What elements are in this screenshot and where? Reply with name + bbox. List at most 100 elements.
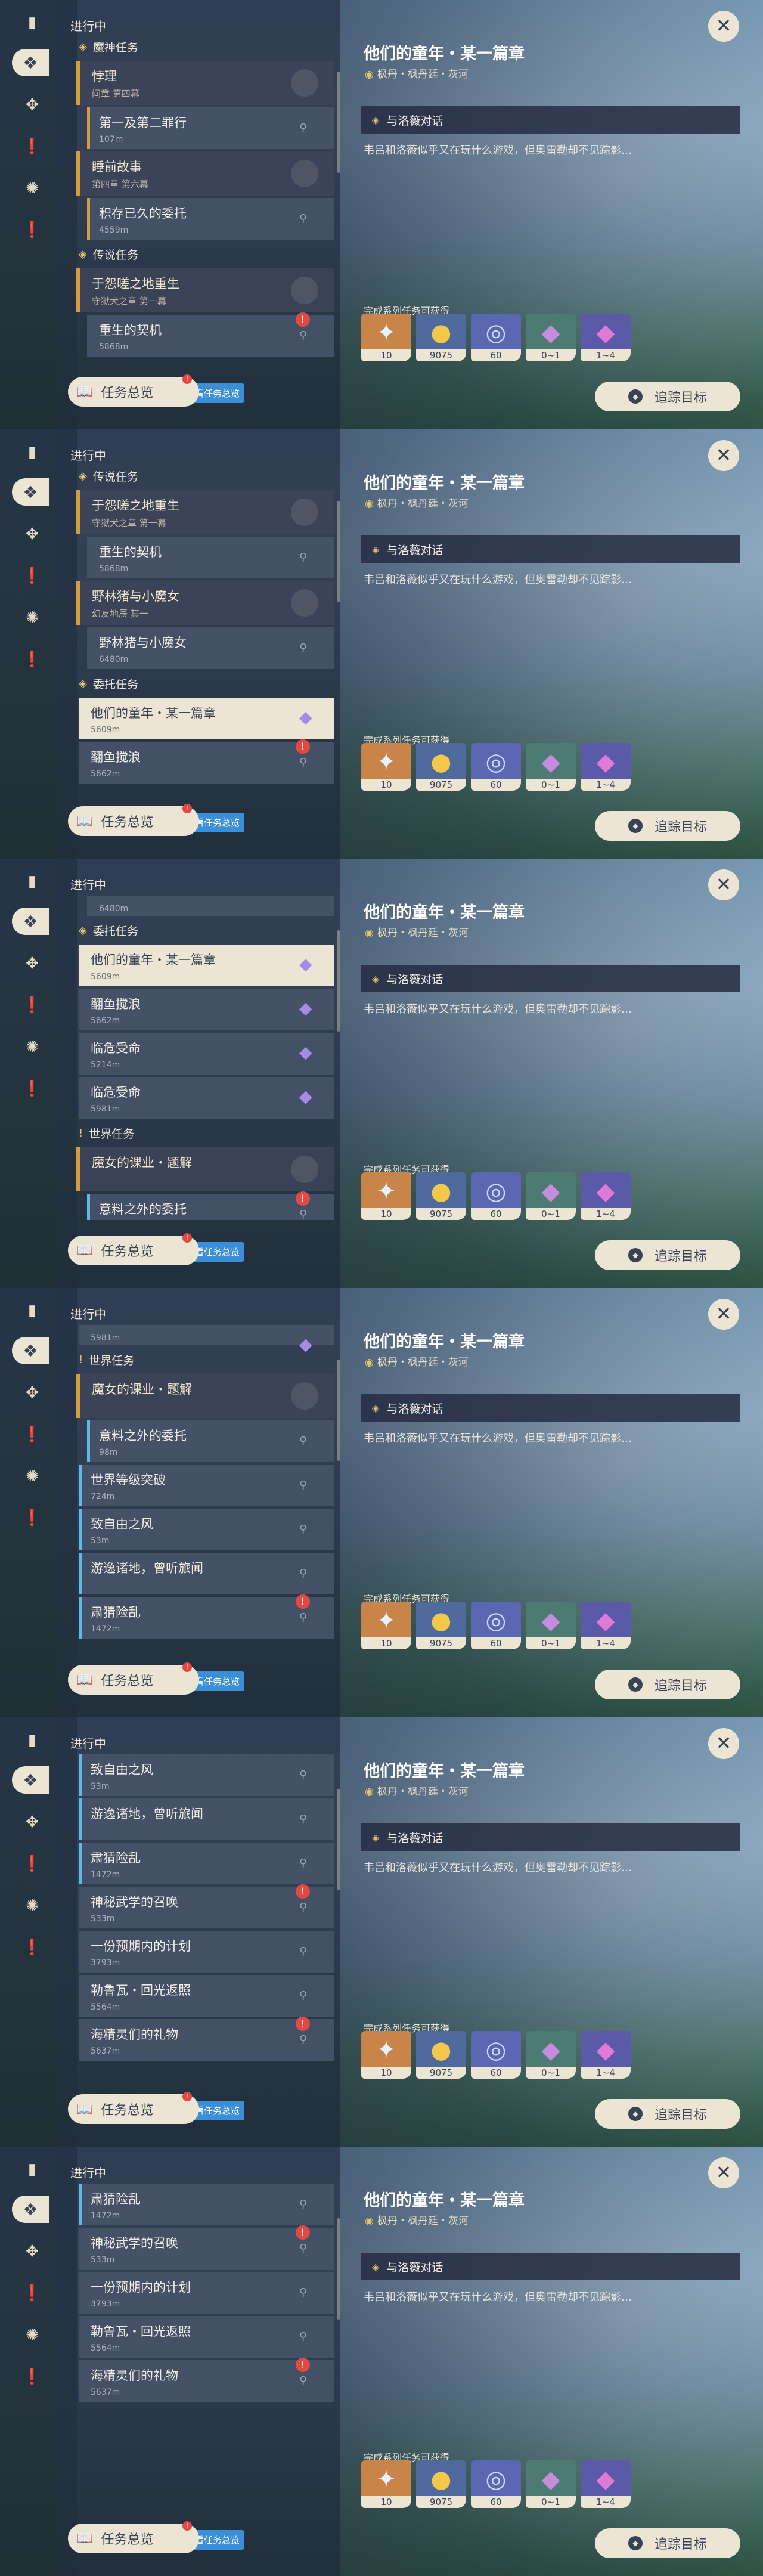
overview-button[interactable]: 📖 任务总览! <box>68 1662 199 1695</box>
quest-list[interactable]: ◈ 传说任务 于怨嗟之地重生 守狱犬之章 第一幕 重生的契机 5868m ⚲ 野林猪与小魔女幻… <box>70 464 339 791</box>
quest-item[interactable]: 致自由之风 53m ⚲ <box>79 1509 334 1550</box>
quest-item[interactable]: 肃猜险乱 1472m ⚲! <box>79 1594 334 1639</box>
quest-item[interactable]: 勒鲁瓦・回光返照 5564m ⚲ <box>79 2316 334 2358</box>
quest-item[interactable]: 重生的契机 5868m ⚲ <box>87 537 334 578</box>
reward-item[interactable]: ✦ 10 <box>361 2460 411 2508</box>
diamond-icon[interactable]: ❖ <box>12 1337 49 1364</box>
overview-button[interactable]: 📖 任务总览! <box>68 374 199 407</box>
track-button[interactable]: ◆ 追踪目标 <box>595 811 740 841</box>
compass-icon[interactable]: ✥ <box>20 522 44 546</box>
quest-group[interactable]: 于怨嗟之地重生 守狱犬之章 第一幕 <box>76 268 334 312</box>
compass-icon[interactable]: ✥ <box>20 952 44 976</box>
track-button[interactable]: ◆ 追踪目标 <box>595 1240 740 1270</box>
quest-item[interactable]: 神秘武学的召唤 533m ⚲! <box>79 2225 334 2270</box>
reward-item[interactable]: ● 9075 <box>416 2031 466 2079</box>
overview-button[interactable]: 📖 任务总览! <box>68 1233 199 1265</box>
reward-item[interactable]: ● 9075 <box>416 2460 466 2508</box>
diamond-icon[interactable]: ❖ <box>12 1766 49 1794</box>
pin-icon[interactable]: ⚲ <box>299 329 310 342</box>
quest-list[interactable]: 5981m ◆! 世界任务 魔女的课业・题解 意料之外的委托 98m ⚲ 世界等级突破 724m… <box>70 1323 339 1649</box>
reward-item[interactable]: ◆ 1~4 <box>581 1602 631 1649</box>
exclamation-icon[interactable]: ❗ <box>20 135 44 159</box>
compass-icon[interactable]: ✥ <box>20 1381 44 1405</box>
quest-item[interactable]: 5981m ◆ <box>79 1325 334 1354</box>
pin-icon[interactable]: ⚲ <box>299 2374 310 2388</box>
scrollbar[interactable] <box>337 1789 340 1890</box>
quest-list[interactable]: 6480m ◈ 委托任务 他们的童年・某一篇章 5609m ◆ 翻鱼搅浪 5662m ◆ 临危受命… <box>70 893 339 1220</box>
reward-item[interactable]: ● 9075 <box>416 1602 466 1649</box>
book-icon[interactable]: ▮ <box>20 1299 44 1323</box>
overview-button[interactable]: 📖 任务总览! <box>68 2092 199 2124</box>
scrollbar[interactable] <box>337 930 340 1032</box>
pin-icon[interactable]: ⚲ <box>299 2033 310 2046</box>
reward-item[interactable]: ◎ 60 <box>471 743 521 791</box>
exclamation-icon[interactable]: ❗ <box>20 993 44 1017</box>
book-icon[interactable]: ▮ <box>20 869 44 893</box>
scrollbar[interactable] <box>337 2218 340 2320</box>
compass-icon[interactable]: ✥ <box>20 1810 44 1834</box>
reward-item[interactable]: ✦ 10 <box>361 1172 411 1220</box>
quest-item[interactable]: 他们的童年・某一篇章 5609m ◆ <box>79 698 334 739</box>
pin-icon[interactable]: ⚲ <box>299 1901 310 1914</box>
pin-icon[interactable]: ⚲ <box>299 1813 310 1826</box>
pin-icon[interactable]: ⚲ <box>299 2242 310 2255</box>
diamond-icon[interactable]: ❖ <box>12 49 49 76</box>
quest-item[interactable]: 意料之外的委托 98m ⚲ <box>87 1420 334 1462</box>
quest-item[interactable]: 翻鱼搅浪 5662m ◆ <box>79 989 334 1030</box>
reward-item[interactable]: ● 9075 <box>416 1172 466 1220</box>
pin-icon[interactable]: ⚲ <box>299 1479 310 1492</box>
scrollbar[interactable] <box>337 501 340 602</box>
book-icon[interactable]: ▮ <box>20 11 44 35</box>
reward-item[interactable]: ◎ 60 <box>471 2460 521 2508</box>
reward-item[interactable]: ◆ 0~1 <box>526 2460 576 2508</box>
reward-item[interactable]: ◆ 0~1 <box>526 2031 576 2079</box>
exclamation-icon[interactable]: ❗ <box>20 564 44 588</box>
quest-list[interactable]: ◈ 魔神任务 悖理 间章 第四幕 第一及第二罪行 107m ⚲ 睡前故事 第四章 第六幕 积存已久… <box>70 35 339 361</box>
close-button[interactable]: ✕ <box>708 1728 739 1759</box>
quest-list[interactable]: 肃猜险乱 1472m ⚲ 神秘武学的召唤 533m ⚲! 一份预期内的计划 3793m ⚲ 勒鲁瓦… <box>70 2181 339 2508</box>
pin-icon[interactable]: ⚲ <box>299 756 310 769</box>
exclamation-icon[interactable]: ❗ <box>20 1077 44 1101</box>
quest-item[interactable]: 一份预期内的计划 3793m ⚲ <box>79 2272 334 2314</box>
track-button[interactable]: ◆ 追踪目标 <box>595 2099 740 2129</box>
exclamation-icon[interactable]: ❗ <box>20 1423 44 1447</box>
shuriken-icon[interactable]: ✺ <box>20 177 44 200</box>
shuriken-icon[interactable]: ✺ <box>20 1465 44 1488</box>
scrollbar[interactable] <box>337 1360 340 1461</box>
reward-item[interactable]: ● 9075 <box>416 743 466 791</box>
pin-icon[interactable]: ⚲ <box>299 1208 310 1220</box>
overview-button[interactable]: 📖 任务总览! <box>68 804 199 836</box>
book-icon[interactable]: ▮ <box>20 1728 44 1752</box>
quest-item[interactable]: 第一及第二罪行 107m ⚲ <box>87 107 334 149</box>
reward-item[interactable]: ◆ 1~4 <box>581 2460 631 2508</box>
quest-item[interactable]: 临危受命 5214m ◆ <box>79 1033 334 1075</box>
track-button[interactable]: ◆ 追踪目标 <box>595 2528 740 2558</box>
compass-icon[interactable]: ✥ <box>20 2240 44 2264</box>
quest-group[interactable]: 悖理 间章 第四幕 <box>76 61 334 105</box>
exclamation-icon[interactable]: ❗ <box>20 648 44 671</box>
close-button[interactable]: ✕ <box>708 440 739 471</box>
quest-item[interactable]: 临危受命 5981m ◆ <box>79 1077 334 1119</box>
pin-icon[interactable]: ⚲ <box>299 1611 310 1624</box>
quest-item[interactable]: 野林猪与小魔女 6480m ⚲ <box>87 627 334 669</box>
quest-item[interactable]: 翻鱼搅浪 5662m ⚲! <box>79 739 334 784</box>
quest-item[interactable]: 海精灵们的礼物 5637m ⚲! <box>79 2017 334 2061</box>
compass-icon[interactable]: ✥ <box>20 93 44 117</box>
quest-group[interactable]: 野林猪与小魔女 幻友地辰 其一 <box>76 581 334 625</box>
shuriken-icon[interactable]: ✺ <box>20 1894 44 1918</box>
quest-group[interactable]: 于怨嗟之地重生 守狱犬之章 第一幕 <box>76 490 334 534</box>
quest-item[interactable]: 神秘武学的召唤 533m ⚲! <box>79 1884 334 1928</box>
quest-item[interactable]: 致自由之风 53m ⚲ <box>79 1754 334 1796</box>
pin-icon[interactable]: ⚲ <box>299 2286 310 2299</box>
quest-item[interactable]: 积存已久的委托 4559m ⚲ <box>87 198 334 240</box>
reward-item[interactable]: ◆ 0~1 <box>526 1602 576 1649</box>
reward-item[interactable]: ◎ 60 <box>471 1172 521 1220</box>
reward-item[interactable]: ◆ 1~4 <box>581 743 631 791</box>
exclamation-icon[interactable]: ❗ <box>20 218 44 242</box>
pin-icon[interactable]: ⚲ <box>299 2198 310 2211</box>
pin-icon[interactable]: ⚲ <box>299 2330 310 2343</box>
reward-item[interactable]: ◎ 60 <box>471 1602 521 1649</box>
exclamation-icon[interactable]: ❗ <box>20 2281 44 2305</box>
pin-icon[interactable]: ⚲ <box>299 1857 310 1870</box>
pin-icon[interactable]: ⚲ <box>299 122 310 135</box>
